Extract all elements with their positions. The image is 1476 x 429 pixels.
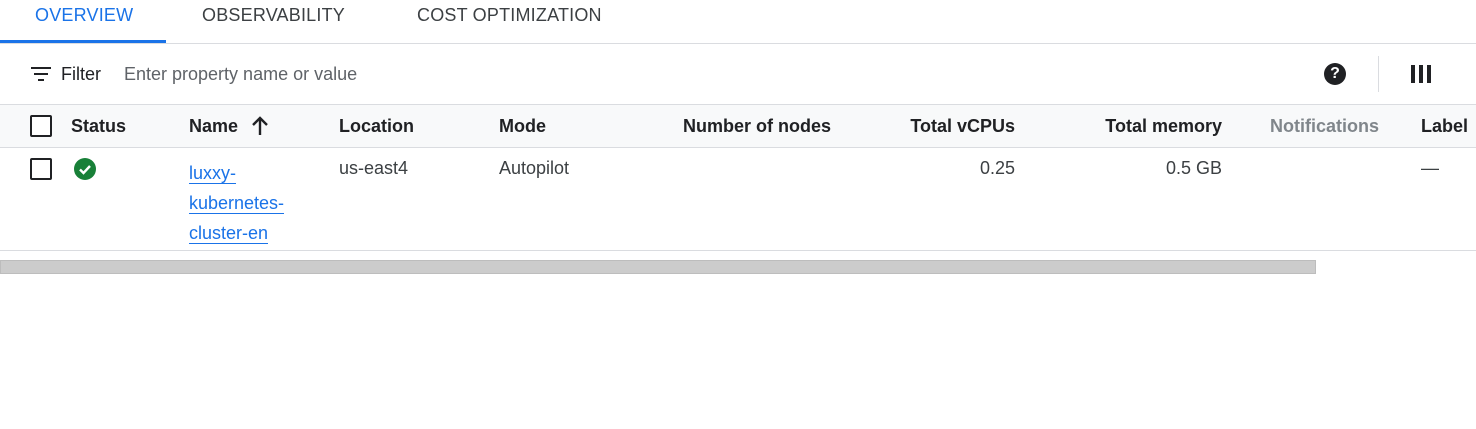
cell-total-memory: 0.5 GB: [1165, 158, 1222, 178]
cluster-name-line: luxxy-: [189, 163, 237, 184]
table-header: Status Name Location Mode Number of node…: [0, 105, 1476, 148]
help-icon[interactable]: ?: [1324, 63, 1346, 85]
select-all-checkbox[interactable]: [30, 115, 52, 137]
cell-mode: Autopilot: [499, 158, 570, 178]
sort-ascending-icon[interactable]: [250, 116, 270, 136]
cell-total-vcpus: 0.25: [979, 158, 1015, 178]
column-display-icon[interactable]: [1411, 65, 1431, 83]
filter-bar: Filter ?: [0, 44, 1476, 105]
row-checkbox[interactable]: [30, 158, 52, 180]
cluster-name-link[interactable]: luxxy- kubernetes- cluster-en: [189, 158, 299, 248]
header-total-vcpus[interactable]: Total vCPUs: [910, 116, 1015, 137]
header-notifications[interactable]: Notifications: [1270, 116, 1379, 137]
header-location[interactable]: Location: [339, 116, 414, 137]
horizontal-scrollbar[interactable]: [0, 260, 1316, 274]
toolbar-divider: [1378, 56, 1379, 92]
cluster-name-line: cluster-en: [189, 223, 269, 244]
cell-labels: —: [1421, 158, 1439, 178]
filter-icon[interactable]: [31, 67, 51, 81]
header-labels[interactable]: Label: [1421, 116, 1468, 137]
tab-overview[interactable]: OVERVIEW: [35, 0, 133, 43]
tab-cost-optimization[interactable]: COST OPTIMIZATION: [417, 0, 602, 43]
cell-location: us-east4: [339, 158, 409, 178]
active-tab-indicator: [0, 40, 166, 43]
table-row: luxxy- kubernetes- cluster-en us-east4 A…: [0, 148, 1476, 251]
tab-observability[interactable]: OBSERVABILITY: [202, 0, 345, 43]
header-total-memory[interactable]: Total memory: [1105, 116, 1222, 137]
header-number-of-nodes[interactable]: Number of nodes: [683, 116, 831, 137]
cluster-name-line: kubernetes-: [189, 193, 285, 214]
filter-label[interactable]: Filter: [61, 64, 101, 85]
tab-bar: OVERVIEW OBSERVABILITY COST OPTIMIZATION: [0, 0, 1476, 44]
filter-input[interactable]: [124, 58, 724, 90]
header-mode[interactable]: Mode: [499, 116, 546, 137]
status-ok-icon: [74, 158, 96, 180]
header-status[interactable]: Status: [71, 116, 126, 137]
header-name[interactable]: Name: [189, 116, 238, 137]
